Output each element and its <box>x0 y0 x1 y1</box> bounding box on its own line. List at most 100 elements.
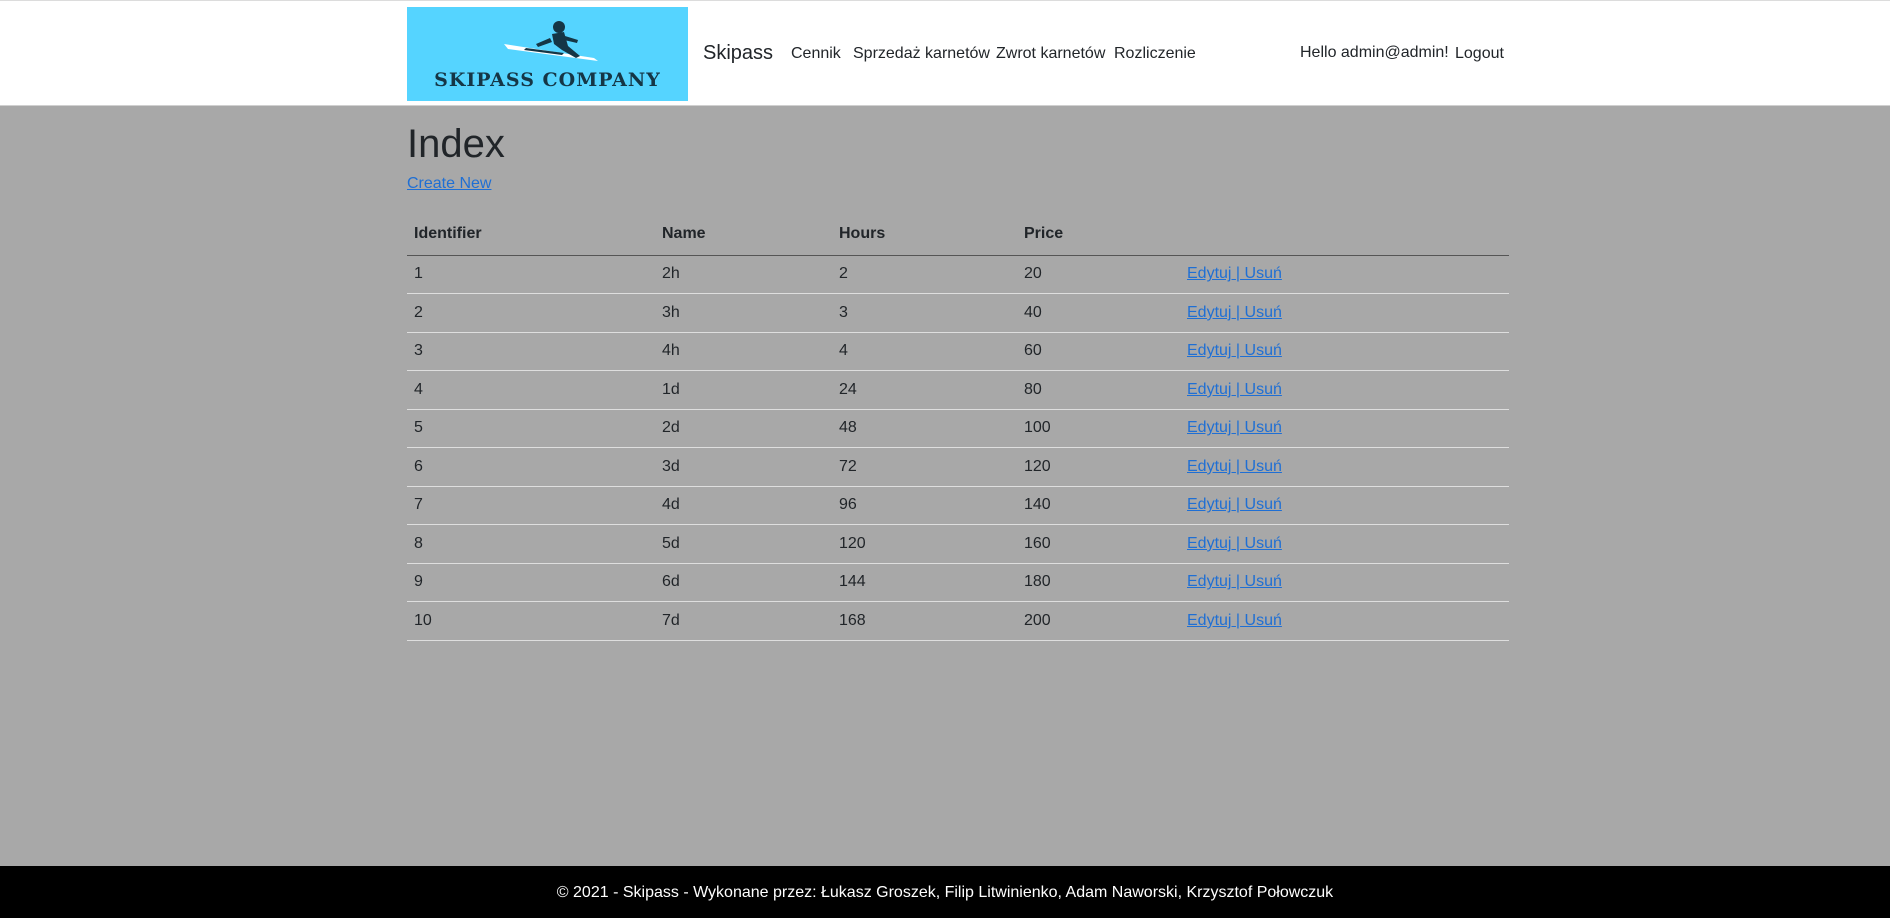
table-row: 10 7d 168 200 Edytuj | Usuń <box>407 601 1509 641</box>
cell-actions: Edytuj | Usuń <box>1180 255 1509 294</box>
column-header-price: Price <box>1017 214 1180 256</box>
cell-identifier: 7 <box>407 486 655 525</box>
logo-link[interactable]: SKIPASS COMPANY <box>407 7 688 101</box>
cell-identifier: 5 <box>407 409 655 448</box>
cell-actions: Edytuj | Usuń <box>1180 293 1509 333</box>
cell-identifier: 3 <box>407 332 655 371</box>
delete-link[interactable]: Usuń <box>1245 535 1282 552</box>
column-header-name: Name <box>655 214 832 256</box>
table-header-row: Identifier Name Hours Price <box>407 214 1509 256</box>
edit-link[interactable]: Edytuj <box>1187 612 1231 629</box>
cell-name: 3h <box>655 293 832 333</box>
cell-price: 200 <box>1017 601 1180 641</box>
table-row: 1 2h 2 20 Edytuj | Usuń <box>407 255 1509 294</box>
cell-price: 40 <box>1017 293 1180 333</box>
cell-price: 60 <box>1017 332 1180 371</box>
page-title: Index <box>407 122 505 166</box>
cell-price: 80 <box>1017 370 1180 410</box>
cell-actions: Edytuj | Usuń <box>1180 563 1509 602</box>
delete-link[interactable]: Usuń <box>1245 381 1282 398</box>
cell-actions: Edytuj | Usuń <box>1180 524 1509 564</box>
table-row: 2 3h 3 40 Edytuj | Usuń <box>407 293 1509 333</box>
footer: © 2021 - Skipass - Wykonane przez: Łukas… <box>0 866 1890 918</box>
cell-name: 4h <box>655 332 832 371</box>
cell-hours: 2 <box>832 255 1017 294</box>
delete-link[interactable]: Usuń <box>1245 265 1282 282</box>
table-row: 6 3d 72 120 Edytuj | Usuń <box>407 447 1509 487</box>
pricing-table: Identifier Name Hours Price 1 2h 2 20 Ed… <box>407 214 1509 641</box>
cell-actions: Edytuj | Usuń <box>1180 370 1509 410</box>
delete-link[interactable]: Usuń <box>1245 573 1282 590</box>
top-navbar: SKIPASS COMPANY Skipass Cennik Sprzedaż … <box>0 0 1890 106</box>
edit-link[interactable]: Edytuj <box>1187 265 1231 282</box>
table-row: 3 4h 4 60 Edytuj | Usuń <box>407 332 1509 371</box>
create-new-link[interactable]: Create New <box>407 175 491 193</box>
cell-price: 180 <box>1017 563 1180 602</box>
table-row: 7 4d 96 140 Edytuj | Usuń <box>407 486 1509 525</box>
cell-identifier: 1 <box>407 255 655 294</box>
edit-link[interactable]: Edytuj <box>1187 573 1231 590</box>
delete-link[interactable]: Usuń <box>1245 419 1282 436</box>
cell-name: 3d <box>655 447 832 487</box>
cell-identifier: 10 <box>407 601 655 641</box>
nav-cennik[interactable]: Cennik <box>791 45 841 63</box>
delete-link[interactable]: Usuń <box>1245 496 1282 513</box>
delete-link[interactable]: Usuń <box>1245 612 1282 629</box>
edit-link[interactable]: Edytuj <box>1187 381 1231 398</box>
skier-icon <box>504 21 598 61</box>
cell-actions: Edytuj | Usuń <box>1180 601 1509 641</box>
edit-link[interactable]: Edytuj <box>1187 419 1231 436</box>
cell-name: 6d <box>655 563 832 602</box>
cell-hours: 4 <box>832 332 1017 371</box>
table-row: 8 5d 120 160 Edytuj | Usuń <box>407 524 1509 564</box>
cell-hours: 144 <box>832 563 1017 602</box>
nav-sprzedaz-karnetow[interactable]: Sprzedaż karnetów <box>853 45 990 63</box>
cell-name: 2d <box>655 409 832 448</box>
cell-identifier: 9 <box>407 563 655 602</box>
nav-zwrot-karnetow[interactable]: Zwrot karnetów <box>996 45 1105 63</box>
cell-name: 2h <box>655 255 832 294</box>
logout-button[interactable]: Logout <box>1455 45 1504 63</box>
cell-name: 4d <box>655 486 832 525</box>
brand-link[interactable]: Skipass <box>703 42 773 65</box>
cell-actions: Edytuj | Usuń <box>1180 409 1509 448</box>
cell-actions: Edytuj | Usuń <box>1180 332 1509 371</box>
delete-link[interactable]: Usuń <box>1245 304 1282 321</box>
cell-price: 120 <box>1017 447 1180 487</box>
delete-link[interactable]: Usuń <box>1245 458 1282 475</box>
edit-link[interactable]: Edytuj <box>1187 304 1231 321</box>
cell-hours: 48 <box>832 409 1017 448</box>
column-header-identifier: Identifier <box>407 214 655 256</box>
cell-hours: 24 <box>832 370 1017 410</box>
table-row: 9 6d 144 180 Edytuj | Usuń <box>407 563 1509 602</box>
cell-name: 1d <box>655 370 832 410</box>
cell-price: 160 <box>1017 524 1180 564</box>
cell-price: 100 <box>1017 409 1180 448</box>
table-row: 4 1d 24 80 Edytuj | Usuń <box>407 370 1509 410</box>
edit-link[interactable]: Edytuj <box>1187 496 1231 513</box>
cell-hours: 3 <box>832 293 1017 333</box>
cell-identifier: 8 <box>407 524 655 564</box>
cell-actions: Edytuj | Usuń <box>1180 447 1509 487</box>
footer-text: © 2021 - Skipass - Wykonane przez: Łukas… <box>556 884 1334 901</box>
cell-identifier: 6 <box>407 447 655 487</box>
column-header-actions <box>1180 214 1509 256</box>
cell-price: 140 <box>1017 486 1180 525</box>
edit-link[interactable]: Edytuj <box>1187 535 1231 552</box>
edit-link[interactable]: Edytuj <box>1187 458 1231 475</box>
cell-hours: 120 <box>832 524 1017 564</box>
user-greeting[interactable]: Hello admin@admin! <box>1300 44 1449 62</box>
cell-name: 5d <box>655 524 832 564</box>
cell-hours: 72 <box>832 447 1017 487</box>
cell-hours: 96 <box>832 486 1017 525</box>
cell-identifier: 4 <box>407 370 655 410</box>
logo-text: SKIPASS COMPANY <box>434 69 661 91</box>
nav-rozliczenie[interactable]: Rozliczenie <box>1114 45 1196 63</box>
cell-actions: Edytuj | Usuń <box>1180 486 1509 525</box>
cell-hours: 168 <box>832 601 1017 641</box>
table-row: 5 2d 48 100 Edytuj | Usuń <box>407 409 1509 448</box>
cell-identifier: 2 <box>407 293 655 333</box>
delete-link[interactable]: Usuń <box>1245 342 1282 359</box>
column-header-hours: Hours <box>832 214 1017 256</box>
edit-link[interactable]: Edytuj <box>1187 342 1231 359</box>
